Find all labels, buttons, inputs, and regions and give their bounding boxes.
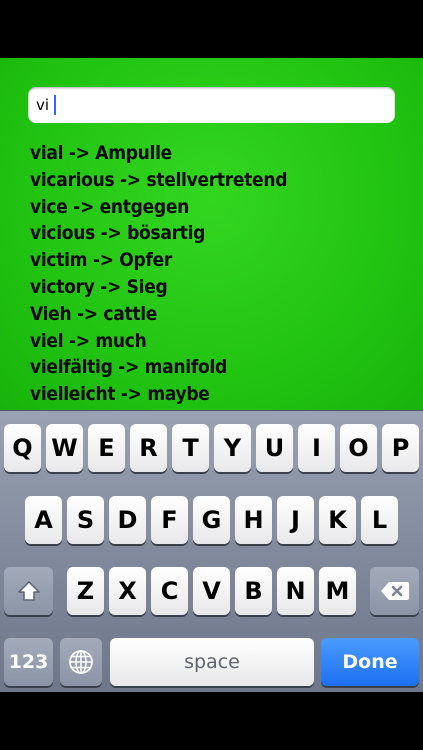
backspace-icon — [380, 582, 409, 600]
done-button[interactable]: Done — [321, 638, 419, 686]
key-a[interactable]: A — [25, 496, 62, 544]
result-item[interactable]: vial -> Ampulle — [30, 140, 410, 167]
key-o[interactable]: O — [340, 424, 377, 472]
result-item[interactable]: vicious -> bösartig — [30, 220, 410, 247]
result-item[interactable]: victim -> Opfer — [30, 247, 410, 274]
key-g[interactable]: G — [193, 496, 230, 544]
results-list: vial -> Ampulle vicarious -> stellvertre… — [30, 140, 410, 408]
result-item[interactable]: vielleicht -> maybe — [30, 381, 410, 408]
key-i[interactable]: I — [298, 424, 335, 472]
key-j[interactable]: J — [277, 496, 314, 544]
key-s[interactable]: S — [67, 496, 104, 544]
key-d[interactable]: D — [109, 496, 146, 544]
text-cursor — [54, 95, 56, 115]
key-r[interactable]: R — [130, 424, 167, 472]
key-p[interactable]: P — [382, 424, 419, 472]
key-e[interactable]: E — [88, 424, 125, 472]
numbers-key[interactable]: 123 — [4, 638, 53, 686]
globe-key[interactable] — [60, 638, 102, 686]
key-x[interactable]: X — [109, 567, 146, 615]
key-c[interactable]: C — [151, 567, 188, 615]
search-input[interactable] — [36, 94, 54, 116]
key-k[interactable]: K — [319, 496, 356, 544]
space-key[interactable]: space — [110, 638, 314, 686]
key-w[interactable]: W — [46, 424, 83, 472]
bottom-black-bar — [0, 692, 423, 750]
on-screen-keyboard: Q W E R T Y U I O P A S D F G H J K L Z … — [0, 410, 423, 692]
result-item[interactable]: vicarious -> stellvertretend — [30, 167, 410, 194]
shift-key[interactable] — [4, 567, 53, 615]
key-f[interactable]: F — [151, 496, 188, 544]
key-u[interactable]: U — [256, 424, 293, 472]
result-item[interactable]: viel -> much — [30, 328, 410, 355]
key-l[interactable]: L — [361, 496, 398, 544]
backspace-key[interactable] — [370, 567, 419, 615]
key-v[interactable]: V — [193, 567, 230, 615]
key-m[interactable]: M — [319, 567, 356, 615]
key-y[interactable]: Y — [214, 424, 251, 472]
shift-arrow-icon — [17, 581, 40, 601]
result-item[interactable]: victory -> Sieg — [30, 274, 410, 301]
key-b[interactable]: B — [235, 567, 272, 615]
key-t[interactable]: T — [172, 424, 209, 472]
result-item[interactable]: vice -> entgegen — [30, 194, 410, 221]
dictionary-panel: vial -> Ampulle vicarious -> stellvertre… — [0, 58, 423, 410]
key-n[interactable]: N — [277, 567, 314, 615]
globe-icon — [69, 650, 93, 674]
result-item[interactable]: Vieh -> cattle — [30, 301, 410, 328]
key-q[interactable]: Q — [4, 424, 41, 472]
key-h[interactable]: H — [235, 496, 272, 544]
top-black-bar — [0, 0, 423, 58]
result-item[interactable]: vielfältig -> manifold — [30, 354, 410, 381]
key-z[interactable]: Z — [67, 567, 104, 615]
search-field[interactable] — [28, 87, 395, 123]
